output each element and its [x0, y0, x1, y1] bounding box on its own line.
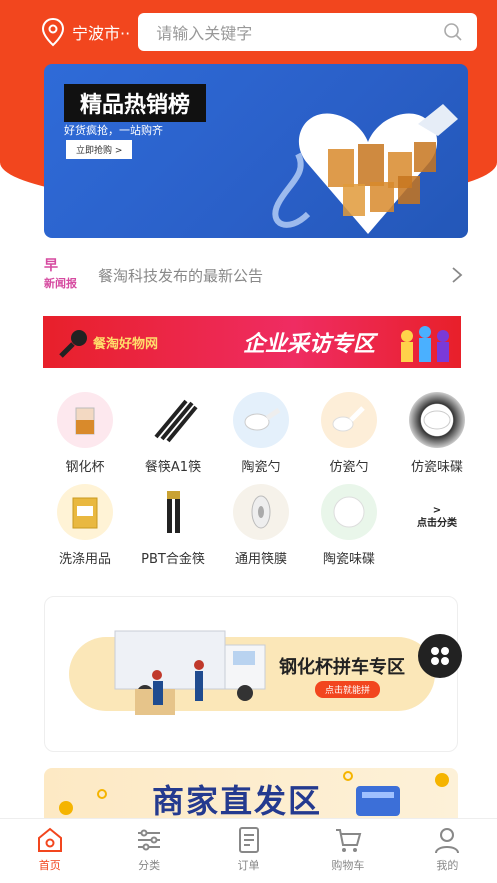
app-root: 宁波市·· 请输入关键字 精品热销榜 好货疯抢，一站购齐 立即抢购 > — [0, 0, 497, 883]
merchant-title: 商家直发区 — [152, 776, 322, 822]
more-categories-button[interactable]: > 点击分类 — [392, 504, 482, 530]
city-selector[interactable]: 宁波市·· — [72, 20, 130, 44]
tab-orders[interactable]: 订单 — [199, 819, 298, 883]
promo-title: 钢化杯拼车专区 — [279, 653, 405, 679]
tab-label: 首页 — [39, 857, 61, 873]
pbt-chopsticks-icon — [145, 484, 201, 540]
home-icon — [35, 825, 65, 855]
ceramic-spoon-icon — [233, 392, 289, 448]
category-label: PBT合金筷 — [128, 548, 218, 567]
category-item[interactable]: 仿瓷勺 — [304, 392, 394, 475]
tab-category[interactable]: 分类 — [99, 819, 198, 883]
category-label: 洗涤用品 — [40, 548, 130, 567]
cart-icon — [333, 825, 363, 855]
chevron-right-icon[interactable] — [451, 266, 463, 284]
banner-buy-button[interactable]: 立即抢购 > — [66, 140, 132, 159]
bottom-tab-bar: 首页 分类 订单 — [0, 818, 497, 883]
carpool-promo-card[interactable]: 钢化杯拼车专区 点击就能拼 — [44, 596, 458, 752]
microphone-icon — [57, 326, 91, 360]
category-item[interactable]: 陶瓷勺 — [216, 392, 306, 475]
news-logo: 早 新闻报 — [44, 255, 84, 295]
category-item[interactable]: 餐筷A1筷 — [128, 392, 218, 475]
melamine-dish-icon — [409, 392, 465, 448]
ceramic-dish-icon — [321, 484, 377, 540]
melamine-spoon-icon — [321, 392, 377, 448]
order-icon — [234, 825, 264, 855]
user-icon — [432, 825, 462, 855]
tab-label: 购物车 — [331, 857, 364, 873]
delivery-truck-image — [95, 611, 285, 731]
sliders-icon — [134, 825, 164, 855]
tab-profile[interactable]: 我的 — [398, 819, 497, 883]
category-item[interactable]: 通用筷膜 — [216, 484, 306, 567]
category-label: 钢化杯 — [40, 456, 130, 475]
category-label: 通用筷膜 — [216, 548, 306, 567]
announcement-text: 餐淘科技发布的最新公告 — [98, 265, 451, 286]
category-item[interactable]: 洗涤用品 — [40, 484, 130, 567]
category-item[interactable]: PBT合金筷 — [128, 484, 218, 567]
glasses-heart-image — [268, 64, 468, 238]
people-illustration — [395, 322, 455, 364]
category-item[interactable]: 仿瓷味碟 — [392, 392, 482, 475]
category-label: 陶瓷味碟 — [304, 548, 394, 567]
tab-label: 分类 — [138, 857, 160, 873]
location-pin-icon[interactable] — [40, 17, 66, 47]
tab-label: 订单 — [238, 857, 260, 873]
promo-join-button[interactable]: 点击就能拼 — [315, 681, 380, 698]
chopsticks-icon — [145, 392, 201, 448]
news-logo-top: 早 — [44, 255, 58, 275]
search-input[interactable]: 请输入关键字 — [156, 20, 443, 44]
category-label: 餐筷A1筷 — [128, 456, 218, 475]
news-logo-bottom: 新闻报 — [44, 275, 77, 291]
banner-subtitle: 好货疯抢，一站购齐 — [64, 122, 163, 138]
hot-sale-banner[interactable]: 精品热销榜 好货疯抢，一站购齐 立即抢购 > — [44, 64, 468, 238]
glass-cup-icon — [57, 392, 113, 448]
grid-menu-icon — [428, 644, 452, 668]
detergent-icon — [57, 484, 113, 540]
banner-title: 精品热销榜 — [64, 84, 206, 122]
chopstick-film-icon — [233, 484, 289, 540]
announcement-bar[interactable]: 早 新闻报 餐淘科技发布的最新公告 — [0, 250, 497, 300]
tab-home[interactable]: 首页 — [0, 819, 99, 883]
top-bar: 宁波市·· 请输入关键字 — [0, 10, 497, 54]
tab-label: 我的 — [436, 857, 458, 873]
interview-brand: 餐淘好物网 — [93, 333, 193, 352]
search-box[interactable]: 请输入关键字 — [138, 13, 477, 51]
floating-menu-button[interactable] — [418, 634, 462, 678]
category-item[interactable]: 陶瓷味碟 — [304, 484, 394, 567]
search-icon[interactable] — [443, 22, 463, 42]
category-label: 仿瓷勺 — [304, 456, 394, 475]
tab-cart[interactable]: 购物车 — [298, 819, 397, 883]
interview-zone-banner[interactable]: 餐淘好物网 企业采访专区 — [43, 316, 461, 368]
category-item[interactable]: 钢化杯 — [40, 392, 130, 475]
more-categories-label: > 点击分类 — [392, 504, 482, 530]
category-label: 陶瓷勺 — [216, 456, 306, 475]
category-label: 仿瓷味碟 — [392, 456, 482, 475]
